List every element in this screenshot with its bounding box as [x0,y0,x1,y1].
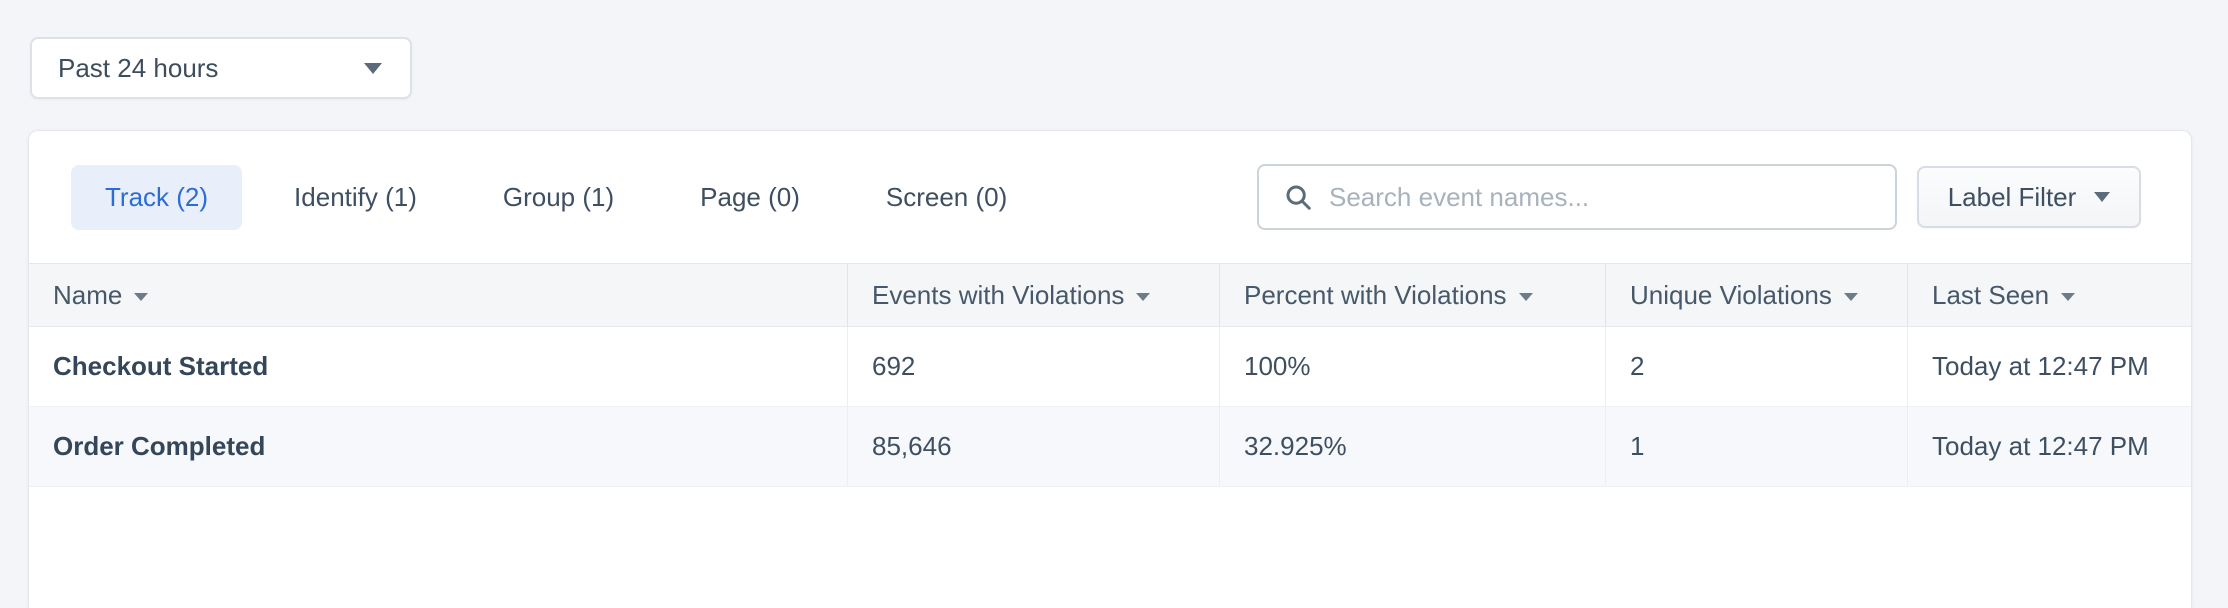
chevron-down-icon [2094,192,2110,202]
last-seen-value: Today at 12:47 PM [1907,407,2192,486]
last-seen-value: Today at 12:47 PM [1907,327,2192,406]
event-name-link[interactable]: Order Completed [29,407,847,486]
time-range-dropdown[interactable]: Past 24 hours [30,37,412,99]
column-header-label: Events with Violations [872,280,1124,311]
tab-group[interactable]: Group (1) [469,165,648,230]
unique-violations-value: 1 [1605,407,1907,486]
toolbar: Track (2) Identify (1) Group (1) Page (0… [29,131,2191,228]
sort-caret-icon [1136,293,1150,301]
event-name-link[interactable]: Checkout Started [29,327,847,406]
column-header-label: Name [53,280,122,311]
column-header-label: Unique Violations [1630,280,1832,311]
tab-screen[interactable]: Screen (0) [852,165,1041,230]
percent-with-violations-value: 32.925% [1219,407,1605,486]
sort-caret-icon [2061,293,2075,301]
column-header-label: Percent with Violations [1244,280,1507,311]
column-header-last-seen[interactable]: Last Seen [1907,264,2192,326]
tab-page[interactable]: Page (0) [666,165,834,230]
tab-identify[interactable]: Identify (1) [260,165,451,230]
violations-panel: Track (2) Identify (1) Group (1) Page (0… [28,130,2192,608]
table-header-row: Name Events with Violations Percent with… [29,263,2191,327]
chevron-down-icon [364,63,382,74]
column-header-label: Last Seen [1932,280,2049,311]
table-row[interactable]: Order Completed 85,646 32.925% 1 Today a… [29,407,2191,487]
column-header-events-with-violations[interactable]: Events with Violations [847,264,1219,326]
search-input[interactable] [1329,182,1875,213]
event-type-tabs: Track (2) Identify (1) Group (1) Page (0… [71,165,1041,230]
unique-violations-value: 2 [1605,327,1907,406]
violations-table: Name Events with Violations Percent with… [29,263,2191,487]
sort-caret-icon [1519,293,1533,301]
label-filter-text: Label Filter [1948,182,2077,213]
events-with-violations-value: 692 [847,327,1219,406]
search-icon [1283,182,1313,212]
tab-track[interactable]: Track (2) [71,165,242,230]
time-range-value: Past 24 hours [58,53,364,84]
percent-with-violations-value: 100% [1219,327,1605,406]
column-header-name[interactable]: Name [29,264,847,326]
label-filter-button[interactable]: Label Filter [1917,166,2141,228]
table-row[interactable]: Checkout Started 692 100% 2 Today at 12:… [29,327,2191,407]
search-box[interactable] [1257,164,1897,230]
sort-caret-icon [1844,293,1858,301]
events-with-violations-value: 85,646 [847,407,1219,486]
sort-caret-icon [134,293,148,301]
column-header-percent-with-violations[interactable]: Percent with Violations [1219,264,1605,326]
column-header-unique-violations[interactable]: Unique Violations [1605,264,1907,326]
